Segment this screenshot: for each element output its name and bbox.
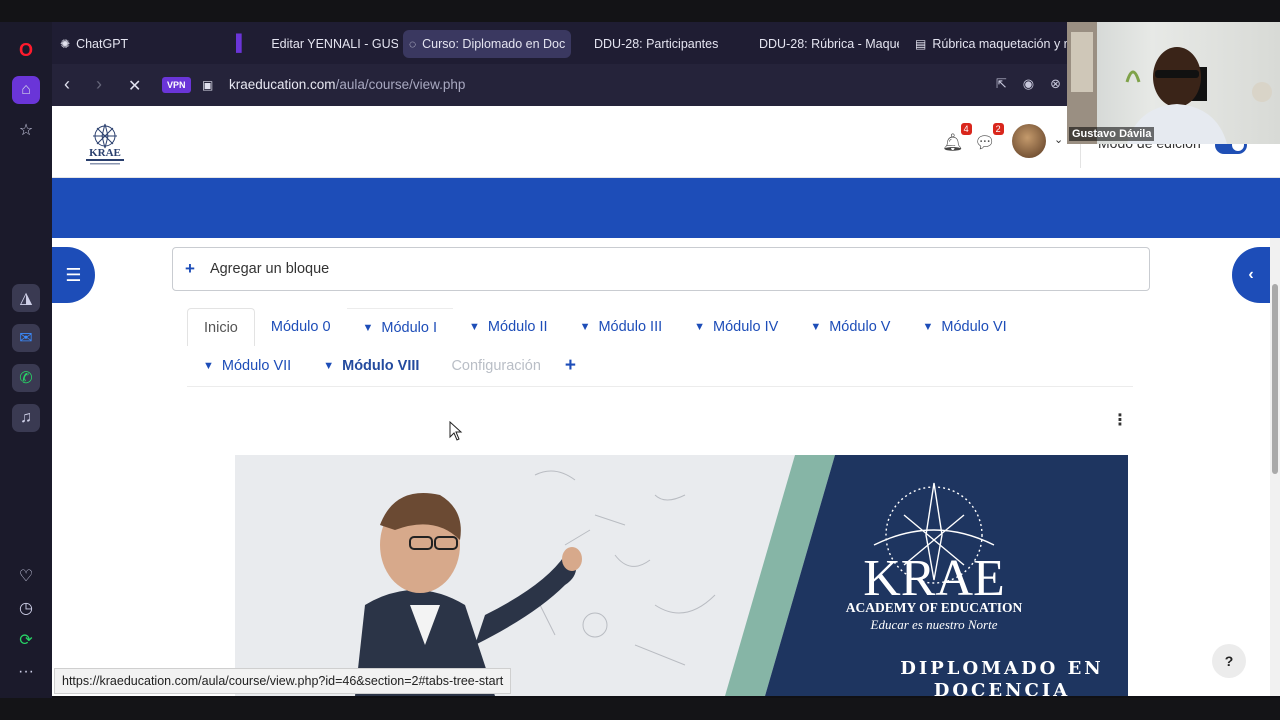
browser-tab-bar: ✺ ChatGPT ▌ Editar YENNALI - GUSTAV ◌ Cu…	[52, 22, 1067, 64]
notifications-bell-icon[interactable]: 🔔︎ 4	[942, 123, 972, 153]
browser-tab[interactable]: ✺ ChatGPT	[54, 30, 219, 58]
address-bar: ‹ › ✕ VPN ▣ kraeducation.com/aula/course…	[52, 64, 1067, 106]
messages-badge: 2	[992, 123, 1004, 135]
notifications-badge: 4	[960, 123, 972, 135]
tab-modulo-iv[interactable]: ▼ Módulo IV	[678, 308, 794, 346]
document-icon: ▤	[915, 37, 927, 51]
browser-tab[interactable]: ▤ Rúbrica maquetación y re	[909, 30, 1067, 58]
banner-academy: ACADEMY OF EDUCATION	[846, 600, 1023, 615]
forward-icon[interactable]: ›	[96, 74, 102, 95]
whatsapp-icon[interactable]: ✆	[12, 364, 40, 392]
loading-spinner-icon: ◌	[409, 37, 417, 51]
share-icon[interactable]: ⇱	[996, 76, 1007, 92]
tracker-block-icon[interactable]: ⊗	[1050, 76, 1061, 92]
messages-icon[interactable]: 💬︎ 2	[974, 123, 1004, 153]
camera-icon[interactable]: ◉	[1023, 76, 1034, 92]
presenter-video	[1067, 22, 1272, 144]
mouse-cursor-icon	[449, 421, 463, 441]
banner-brand: KRAE	[863, 550, 1005, 607]
home-icon[interactable]: ⌂	[12, 76, 40, 104]
add-block-button[interactable]: + Agregar un bloque	[172, 247, 1150, 291]
chevron-down-icon: ▼	[922, 321, 934, 333]
tab-configuracion[interactable]: Configuración	[435, 347, 556, 385]
sync-icon[interactable]: ⟳	[12, 626, 40, 654]
browser-tab-active[interactable]: ◌ Curso: Diplomado en Doc	[403, 30, 571, 58]
chevron-down-icon: ▼	[579, 321, 591, 333]
tab-modulo-0[interactable]: Módulo 0	[255, 308, 347, 346]
history-icon[interactable]: ◷	[12, 594, 40, 622]
course-banner-image: KRAE ACADEMY OF EDUCATION Educar es nues…	[235, 455, 1128, 696]
opera-logo-icon[interactable]: O	[12, 36, 40, 64]
course-tabs-row-2: ▼ Módulo VII ▼ Módulo VIII Configuración +	[187, 347, 584, 385]
chevron-down-icon: ▼	[469, 321, 480, 333]
link-status-url: https://kraeducation.com/aula/course/vie…	[54, 668, 512, 694]
back-icon[interactable]: ‹	[64, 74, 70, 95]
block-drawer-button[interactable]: ‹	[1232, 247, 1270, 303]
course-index-drawer-button[interactable]: ☰	[52, 247, 95, 303]
url-text[interactable]: kraeducation.com/aula/course/view.php	[229, 77, 465, 92]
tabs-divider	[187, 386, 1133, 387]
list-icon: ☰	[65, 264, 82, 285]
browser-sidebar: O ⌂ ☆ ◮ ✉ ✆ ♫ ♡ ◷ ⟳ ···	[0, 22, 52, 698]
browser-tab[interactable]: DDU-28: Rúbrica - Maque	[753, 30, 899, 58]
course-header-band	[52, 178, 1280, 238]
chevron-down-icon[interactable]: ⌄	[1054, 133, 1063, 146]
tab-modulo-viii[interactable]: ▼ Módulo VIII	[307, 347, 435, 385]
stop-loading-icon[interactable]: ✕	[128, 76, 141, 96]
tab-modulo-ii[interactable]: ▼ Módulo II	[453, 308, 564, 346]
tab-modulo-iii[interactable]: ▼ Módulo III	[564, 308, 679, 346]
krae-logo-icon[interactable]: KRAE	[80, 120, 130, 166]
music-icon[interactable]: ♫	[12, 404, 40, 432]
scrollbar-thumb[interactable]	[1272, 284, 1278, 474]
banner-title-line1: DIPLOMADO EN	[900, 658, 1104, 679]
banner-illustration: KRAE ACADEMY OF EDUCATION Educar es nues…	[235, 455, 1128, 696]
banner-title-line2: DOCENCIA	[934, 680, 1071, 696]
tab-marker-icon: ▌	[236, 35, 248, 52]
chevron-left-icon: ‹	[1248, 266, 1254, 283]
tab-modulo-i[interactable]: ▼ Módulo I	[346, 308, 454, 346]
page-scrollbar[interactable]	[1270, 238, 1280, 696]
kebab-menu-icon[interactable]: ⋮	[1112, 410, 1128, 430]
plus-icon: +	[564, 355, 577, 376]
browser-tab[interactable]: ▌ Editar YENNALI - GUSTAV	[230, 30, 398, 58]
course-tabs-row-1: Inicio Módulo 0 ▼ Módulo I ▼ Módulo II ▼ Mó…	[187, 308, 1023, 346]
chatgpt-icon: ✺	[60, 37, 71, 51]
bookmark-icon[interactable]: ☆	[12, 116, 40, 144]
presenter-name: Gustavo Dávila	[1069, 127, 1155, 141]
chevron-down-icon: ▼	[203, 360, 214, 372]
os-bottom-strip	[0, 698, 1280, 720]
chevron-down-icon: ▼	[323, 360, 335, 372]
add-section-button[interactable]: +	[557, 347, 584, 385]
vpn-badge[interactable]: VPN	[162, 77, 191, 93]
webcam-overlay: Gustavo Dávila	[1067, 22, 1280, 144]
user-avatar[interactable]	[1012, 124, 1046, 158]
address-tools: ⇱ ◉ ⊗	[996, 76, 1061, 92]
help-button[interactable]: ?	[1212, 644, 1246, 678]
messenger-icon[interactable]: ✉	[12, 324, 40, 352]
browser-tab[interactable]: DDU-28: Participantes	[588, 30, 758, 58]
plus-icon: +	[185, 259, 195, 278]
svg-text:KRAE: KRAE	[89, 147, 121, 159]
page-viewport: KRAE 🔔︎4 💬︎2 ⌄ Modo de edición ☰ ‹ + Agr…	[52, 106, 1280, 696]
chevron-down-icon: ▼	[694, 321, 706, 333]
tab-modulo-vii[interactable]: ▼ Módulo VII	[187, 347, 307, 385]
tab-modulo-vi[interactable]: ▼ Módulo VI	[906, 308, 1022, 346]
more-icon[interactable]: ···	[12, 658, 40, 686]
chevron-down-icon: ▼	[810, 321, 822, 333]
heart-icon[interactable]: ♡	[12, 562, 40, 590]
tab-inicio[interactable]: Inicio	[187, 308, 255, 346]
chevron-down-icon: ▼	[362, 321, 374, 334]
lock-icon[interactable]: ▣	[202, 78, 213, 92]
os-top-strip	[0, 0, 1280, 22]
tab-modulo-v[interactable]: ▼ Módulo V	[794, 308, 906, 346]
aria-icon[interactable]: ◮	[12, 284, 40, 312]
banner-tagline: Educar es nuestro Norte	[870, 617, 998, 632]
